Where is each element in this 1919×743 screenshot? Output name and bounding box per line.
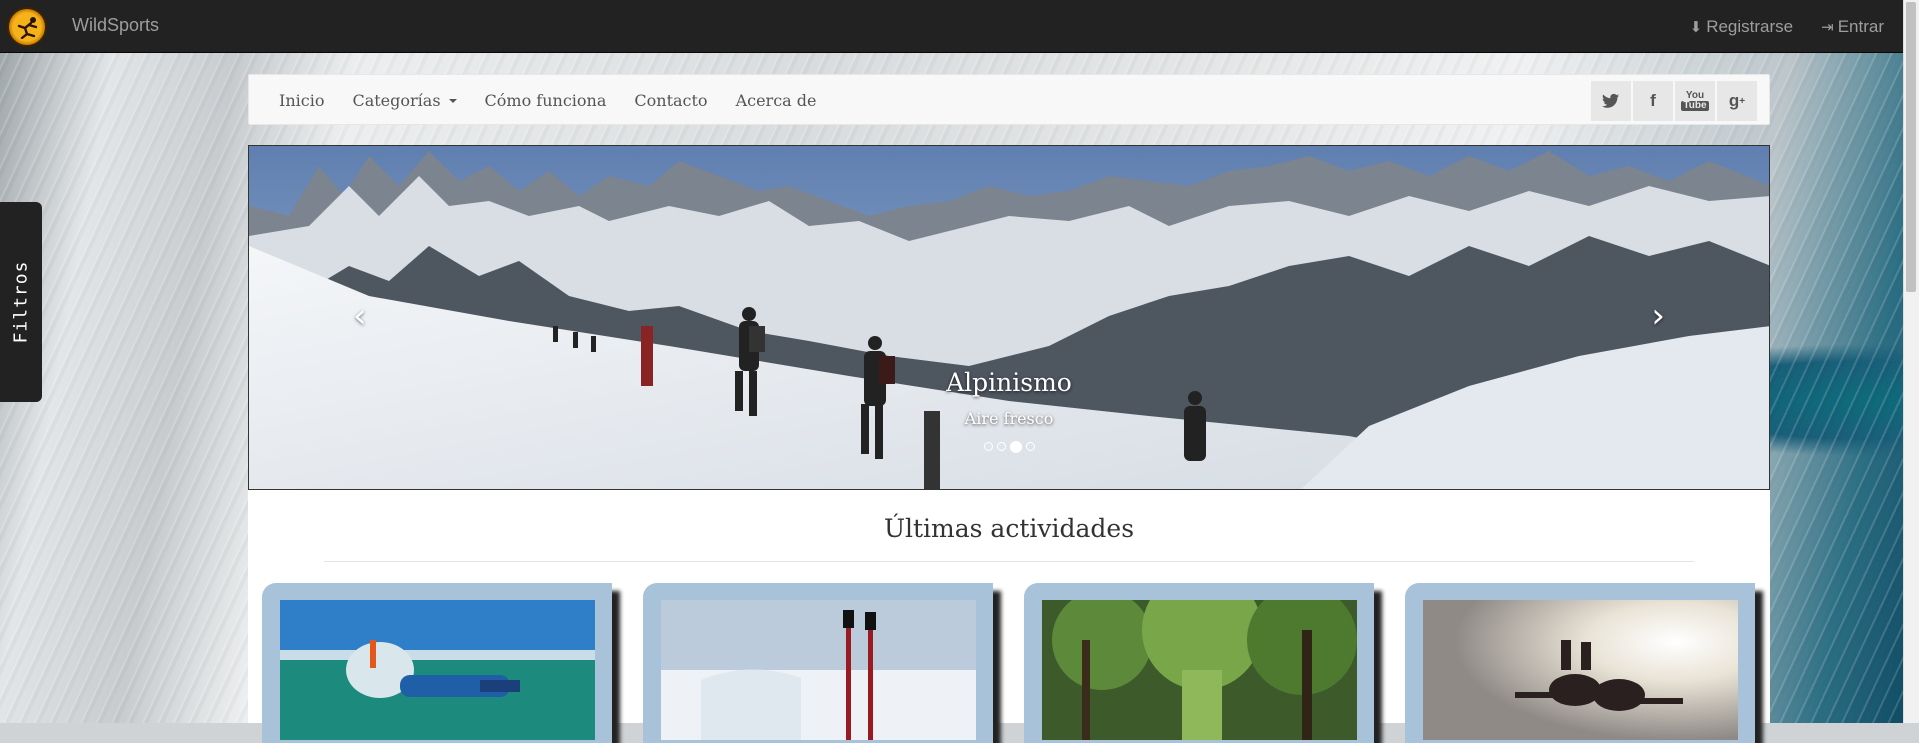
divider (324, 561, 1694, 562)
caret-down-icon (448, 98, 457, 103)
mountain-slide-image (249, 146, 1769, 489)
menu-item-acerca-de[interactable]: Acerca de (722, 91, 831, 110)
download-icon: ⬇ (1689, 18, 1703, 36)
menu-item-inicio[interactable]: Inicio (265, 91, 338, 110)
main-menu: Inicio Categorías Cómo funciona Contacto… (248, 74, 1770, 125)
brand-logo[interactable] (7, 7, 47, 47)
activity-card[interactable] (643, 583, 993, 743)
facebook-icon[interactable]: f (1633, 81, 1673, 121)
carousel-indicator[interactable] (996, 442, 1006, 451)
brand-name[interactable]: WildSports (72, 15, 159, 36)
activity-card[interactable] (262, 583, 612, 743)
carousel-indicators (249, 441, 1769, 453)
menu-item-como-funciona[interactable]: Cómo funciona (471, 91, 621, 110)
slide-title: Alpinismo (946, 368, 1072, 397)
menu-item-contacto[interactable]: Contacto (620, 91, 721, 110)
carousel-indicator[interactable] (983, 442, 993, 451)
menu-item-label: Contacto (634, 91, 708, 110)
latest-activities-section: Últimas actividades (248, 490, 1770, 743)
menu-item-categorias[interactable]: Categorías (338, 91, 470, 110)
activity-image-skydiving (1423, 600, 1738, 740)
filters-label: Filtros (10, 260, 32, 344)
carousel-indicator[interactable] (1025, 442, 1035, 451)
hero-carousel[interactable]: ‹ › Alpinismo Aire fresco (248, 145, 1770, 490)
logo-runner-icon (17, 17, 38, 39)
section-title: Últimas actividades (883, 514, 1135, 543)
youtube-icon[interactable]: You Tube (1675, 81, 1715, 121)
register-label: Registrarse (1706, 16, 1794, 36)
slide-subtitle: Aire fresco (964, 409, 1054, 428)
activity-card[interactable] (1024, 583, 1374, 743)
login-link[interactable]: ⇥ Entrar (1821, 17, 1884, 37)
carousel-indicator-active[interactable] (1009, 441, 1022, 453)
menu-item-label: Categorías (352, 91, 441, 110)
google-plus-icon[interactable]: g + (1717, 81, 1757, 121)
menu-item-label: Inicio (279, 91, 325, 110)
menu-item-label: Cómo funciona (484, 91, 607, 110)
login-label: Entrar (1837, 16, 1884, 36)
twitter-icon[interactable] (1591, 81, 1631, 121)
activity-image-snow-hiking (661, 600, 976, 740)
top-navbar: WildSports ⬇ Registrarse ⇥ Entrar (0, 0, 1904, 53)
carousel-next-chevron-icon[interactable]: › (1651, 296, 1665, 336)
log-in-icon: ⇥ (1821, 18, 1834, 36)
page-scrollbar[interactable] (1903, 0, 1919, 723)
register-link[interactable]: ⬇ Registrarse (1690, 17, 1794, 37)
activity-image-snorkeling (280, 600, 595, 740)
scrollbar-thumb[interactable] (1906, 2, 1916, 292)
menu-item-label: Acerca de (735, 91, 817, 110)
filters-tab[interactable]: Filtros (0, 202, 42, 402)
activity-image-forest (1042, 600, 1357, 740)
carousel-prev-chevron-icon[interactable]: ‹ (353, 296, 367, 336)
activity-card[interactable] (1405, 583, 1755, 743)
